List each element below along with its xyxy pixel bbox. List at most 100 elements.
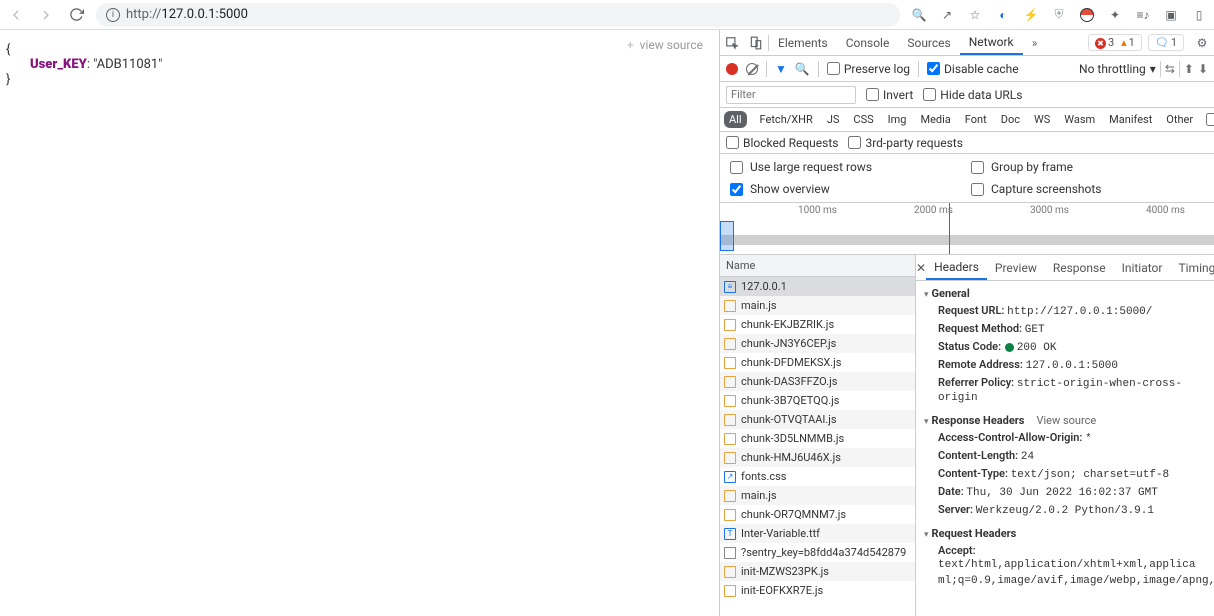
more-tabs-icon[interactable]: »	[1023, 36, 1047, 50]
timeline-selection[interactable]	[720, 221, 734, 251]
ext-pokeball-icon[interactable]	[1078, 6, 1096, 24]
filter-type-font[interactable]: Font	[960, 111, 992, 128]
request-row[interactable]: chunk-DFDMEKSX.js	[720, 353, 915, 372]
throttling-dropdown-icon[interactable]: ▾	[1150, 62, 1156, 76]
filter-type-img[interactable]: Img	[883, 111, 912, 128]
resp-kv: Access-Control-Allow-Origin: *	[916, 429, 1214, 447]
filter-type-media[interactable]: Media	[915, 111, 955, 128]
invert-checkbox[interactable]: Invert	[866, 88, 913, 102]
zoom-icon[interactable]: 🔍	[910, 6, 928, 24]
filter-type-other[interactable]: Other	[1161, 111, 1198, 128]
settings-icon[interactable]: ⚙	[1190, 36, 1214, 50]
request-row[interactable]: ≡127.0.0.1	[720, 277, 915, 296]
timeline-tick: 4000 ms	[1146, 205, 1185, 216]
filter-type-css[interactable]: CSS	[848, 111, 878, 128]
ext-shield-icon[interactable]: ⛨	[1050, 6, 1068, 24]
request-row[interactable]: ↗fonts.css	[720, 467, 915, 486]
filter-type-all[interactable]: All	[724, 111, 747, 128]
view-source-link[interactable]: View source	[1036, 414, 1096, 427]
has-blocked-checkbox[interactable]: Has blocked	[1206, 107, 1214, 133]
request-row[interactable]: chunk-OR7QMNM7.js	[720, 505, 915, 524]
section-request-headers[interactable]: Request Headers	[916, 525, 1214, 542]
tab-response[interactable]: Response	[1045, 255, 1114, 280]
group-by-frame-checkbox[interactable]: Group by frame	[967, 158, 1208, 177]
message-badge[interactable]: 1	[1148, 34, 1184, 51]
tab-timing[interactable]: Timing	[1170, 255, 1214, 280]
third-party-checkbox[interactable]: 3rd-party requests	[848, 136, 962, 150]
forward-button[interactable]	[36, 5, 56, 25]
tab-network[interactable]: Network	[960, 30, 1023, 55]
tab-headers[interactable]: Headers	[926, 255, 987, 280]
req-kv: Accept: text/html,application/xhtml+xml,…	[916, 542, 1214, 573]
share-icon[interactable]: ↗	[938, 6, 956, 24]
request-row[interactable]: chunk-HMJ6U46X.js	[720, 448, 915, 467]
site-info-icon[interactable]: i	[106, 8, 120, 22]
tab-console[interactable]: Console	[837, 30, 899, 55]
request-row[interactable]: main.js	[720, 296, 915, 315]
request-row[interactable]: ?sentry_key=b8fdd4a374d542879	[720, 543, 915, 562]
request-row[interactable]: init-MZWS23PK.js	[720, 562, 915, 581]
request-row[interactable]: chunk-3D5LNMMB.js	[720, 429, 915, 448]
page-content: view source { User_KEY: "ADB11081" }	[0, 30, 720, 616]
request-row[interactable]: chunk-OTVQTAAI.js	[720, 410, 915, 429]
filter-type-fetch[interactable]: Fetch/XHR	[755, 111, 818, 128]
clear-button[interactable]	[746, 63, 758, 75]
capture-screenshots-checkbox[interactable]: Capture screenshots	[967, 180, 1208, 199]
filter-type-manifest[interactable]: Manifest	[1104, 111, 1157, 128]
filter-type-js[interactable]: JS	[822, 111, 845, 128]
record-button[interactable]	[726, 63, 738, 75]
use-large-rows-checkbox[interactable]: Use large request rows	[726, 158, 967, 177]
bookmark-icon[interactable]: ☆	[966, 6, 984, 24]
filter-type-wasm[interactable]: Wasm	[1059, 111, 1100, 128]
extensions-icon[interactable]: ✦	[1106, 6, 1124, 24]
tab-elements[interactable]: Elements	[769, 30, 837, 55]
search-icon[interactable]: 🔍	[795, 62, 810, 76]
download-icon[interactable]: ⬇	[1198, 62, 1208, 76]
hide-data-urls-checkbox[interactable]: Hide data URLs	[923, 88, 1022, 102]
request-row[interactable]: chunk-DAS3FFZO.js	[720, 372, 915, 391]
ext-lightning-icon[interactable]: ⚡	[1022, 6, 1040, 24]
view-source-button[interactable]: view source	[617, 36, 713, 54]
filter-input[interactable]	[726, 86, 856, 104]
request-row[interactable]: chunk-JN3Y6CEP.js	[720, 334, 915, 353]
filter-type-ws[interactable]: WS	[1029, 111, 1055, 128]
timeline-tick: 2000 ms	[914, 205, 953, 216]
request-row[interactable]: chunk-EKJBZRIK.js	[720, 315, 915, 334]
filter-toggle-icon[interactable]: ▼	[775, 62, 787, 76]
file-name: chunk-EKJBZRIK.js	[741, 318, 834, 331]
device-toggle-icon[interactable]	[744, 36, 768, 50]
upload-icon[interactable]: ⬆	[1184, 62, 1194, 76]
tab-initiator[interactable]: Initiator	[1114, 255, 1171, 280]
section-general[interactable]: General	[916, 285, 1214, 302]
back-button[interactable]	[6, 5, 26, 25]
filter-type-doc[interactable]: Doc	[996, 111, 1025, 128]
section-response-headers[interactable]: Response HeadersView source	[916, 412, 1214, 429]
reload-button[interactable]	[66, 5, 86, 25]
request-row[interactable]: init-EOFKXR7E.js	[720, 581, 915, 600]
request-row[interactable]: chunk-3B7QETQQ.js	[720, 391, 915, 410]
requests-header[interactable]: Name	[720, 255, 915, 277]
show-overview-checkbox[interactable]: Show overview	[726, 180, 967, 199]
req-kv: ml;q=0.9,image/avif,image/webp,image/apn…	[916, 573, 1214, 589]
throttling-select[interactable]: No throttling	[1079, 62, 1146, 76]
device-icon[interactable]: ▣	[1162, 6, 1180, 24]
json-key: User_KEY	[30, 57, 87, 72]
issue-badges[interactable]: 3 1	[1088, 34, 1142, 51]
profile-icon[interactable]: ▯	[1190, 6, 1208, 24]
ext-blue-icon[interactable]: ◐	[994, 6, 1012, 24]
playlist-icon[interactable]: ≡♪	[1134, 6, 1152, 24]
wifi-icon[interactable]: ⇆	[1165, 62, 1175, 76]
request-row[interactable]: main.js	[720, 486, 915, 505]
close-details-icon[interactable]: ✕	[916, 261, 926, 275]
file-type-icon	[724, 357, 736, 369]
tab-sources[interactable]: Sources	[898, 30, 959, 55]
network-timeline[interactable]: 1000 ms 2000 ms 3000 ms 4000 ms	[720, 203, 1214, 255]
inspect-element-icon[interactable]	[720, 36, 744, 50]
preserve-log-checkbox[interactable]: Preserve log	[827, 62, 910, 76]
file-type-icon	[724, 414, 736, 426]
blocked-requests-checkbox[interactable]: Blocked Requests	[726, 136, 838, 150]
address-bar[interactable]: i http://127.0.0.1:5000	[96, 3, 900, 27]
disable-cache-checkbox[interactable]: Disable cache	[927, 62, 1019, 76]
request-row[interactable]: TInter-Variable.ttf	[720, 524, 915, 543]
tab-preview[interactable]: Preview	[987, 255, 1045, 280]
